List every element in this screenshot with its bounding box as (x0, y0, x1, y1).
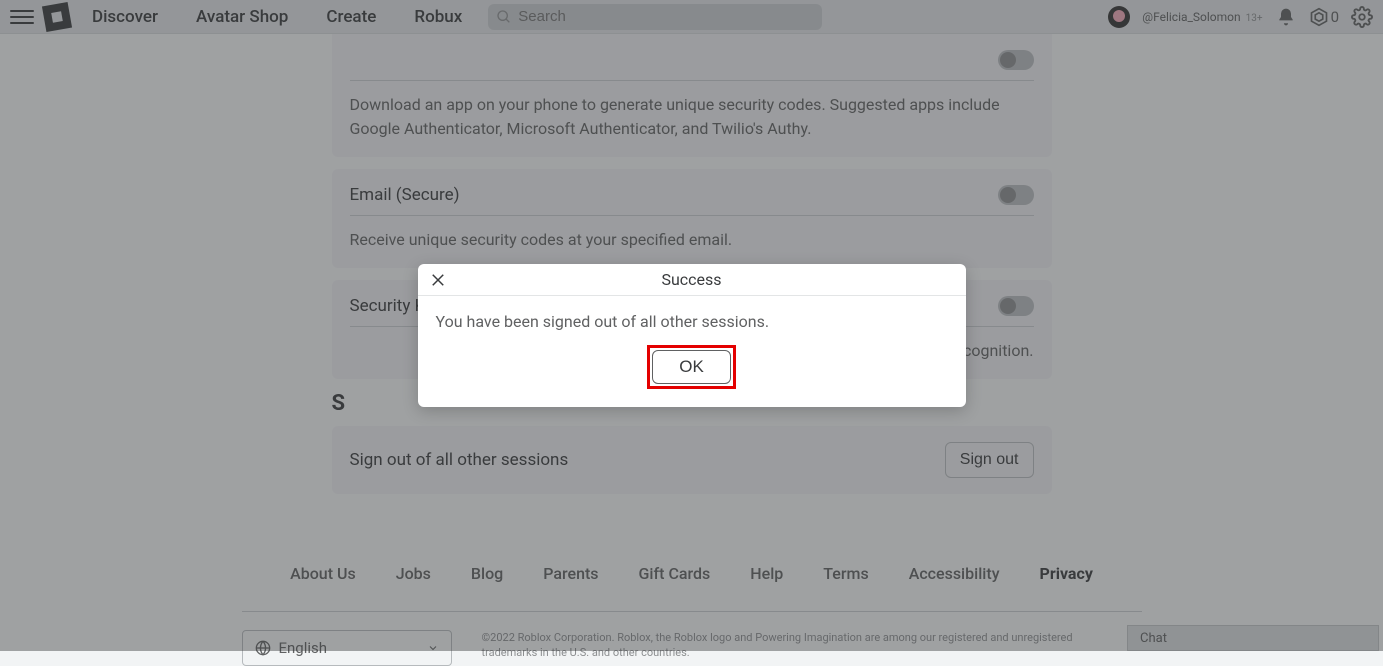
close-icon[interactable] (426, 268, 450, 292)
modal-message: You have been signed out of all other se… (436, 312, 948, 331)
modal-title: Success (661, 270, 721, 289)
modal-header: Success (418, 264, 966, 296)
ok-button[interactable]: OK (652, 350, 731, 384)
success-modal: Success You have been signed out of all … (418, 264, 966, 407)
ok-highlight: OK (647, 345, 736, 389)
